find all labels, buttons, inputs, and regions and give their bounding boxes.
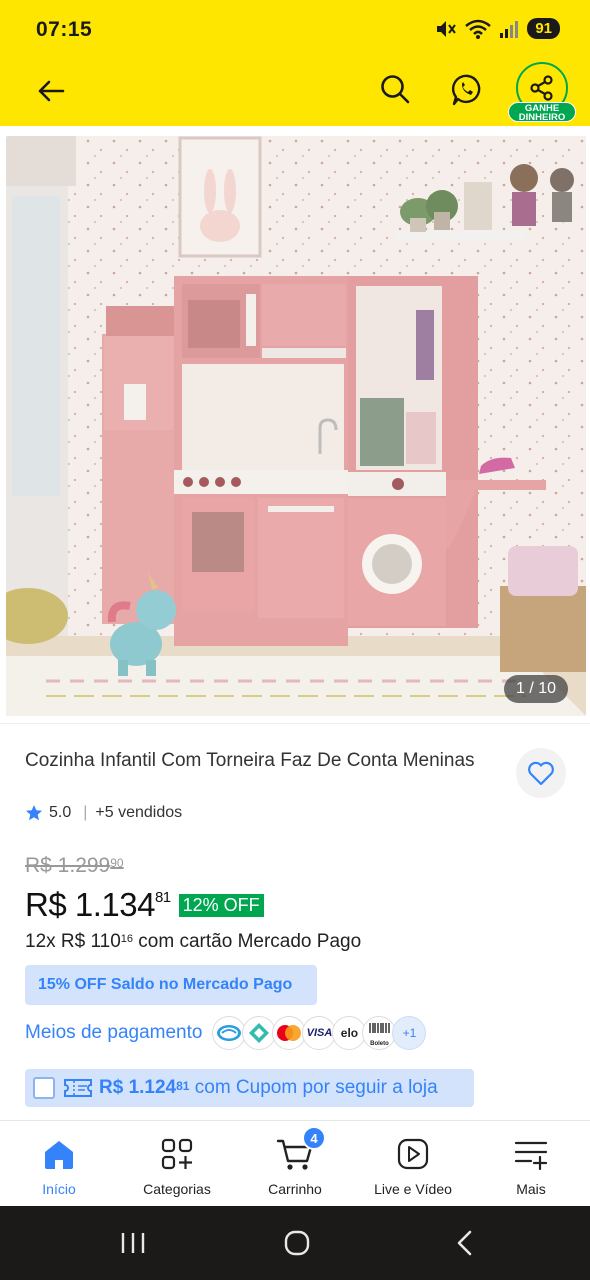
earn-money-badge[interactable]: GANHE DINHEIRO (508, 102, 576, 122)
payment-methods-row[interactable]: Meios de pagamento VISA elo Boleto +1 (25, 1016, 427, 1050)
coupon-checkbox[interactable] (33, 1077, 55, 1099)
home-circle-icon (284, 1230, 310, 1256)
pix-icon (242, 1016, 277, 1050)
coupon-suffix: com Cupom por seguir a loja (189, 1077, 438, 1098)
installment-suffix: com cartão Mercado Pago (133, 931, 362, 952)
payment-methods-link[interactable]: Meios de pagamento (25, 1022, 202, 1044)
visa-label: VISA (306, 1027, 333, 1039)
image-counter: 1 / 10 (503, 675, 568, 703)
back-system-button[interactable] (448, 1228, 482, 1258)
nav-label-home: Início (42, 1181, 76, 1197)
coupon-cents: 81 (176, 1079, 190, 1093)
play-icon (397, 1138, 429, 1170)
nav-label-cart: Carrinho (268, 1181, 322, 1197)
rating-row[interactable]: 5.0 | +5 vendidos (25, 804, 182, 822)
product-title: Cozinha Infantil Com Torneira Faz De Con… (25, 750, 475, 771)
home-system-button[interactable] (280, 1228, 314, 1258)
installment-cents: 16 (120, 933, 134, 945)
kids-kitchen-photo (6, 136, 586, 716)
nav-label-categories: Categorias (143, 1181, 211, 1197)
nav-item-more[interactable]: Mais (472, 1121, 590, 1207)
recent-apps-button[interactable] (116, 1228, 150, 1258)
original-price-cents: 90 (110, 856, 124, 870)
menu-plus-icon (514, 1141, 548, 1170)
home-icon (45, 1141, 73, 1169)
status-time: 07:15 (36, 18, 93, 41)
current-price: R$ 1.13481 (25, 886, 171, 924)
grid-plus-icon (161, 1138, 193, 1170)
rating-score: 5.0 (49, 804, 72, 821)
bottom-navigation: Início Categorias 4 Carrinho Live e Víde… (0, 1120, 590, 1206)
mercado-pago-icon (212, 1016, 247, 1050)
coupon-price: R$ 1.124 (99, 1077, 177, 1098)
cart-count-badge: 4 (302, 1126, 326, 1150)
original-price: R$ 1.29990 (25, 854, 124, 878)
whatsapp-icon (451, 74, 481, 106)
more-payment-methods[interactable]: +1 (392, 1016, 427, 1050)
sold-count: +5 vendidos (95, 804, 183, 821)
recent-apps-icon (121, 1233, 145, 1253)
nav-item-categories[interactable]: Categorias (118, 1121, 236, 1207)
ticket-icon (64, 1079, 92, 1097)
elo-icon: elo (332, 1016, 367, 1050)
discount-badge: 12% OFF (178, 894, 264, 917)
payment-icons[interactable]: VISA elo Boleto +1 (212, 1016, 427, 1050)
earn-badge-line2: DINHEIRO (518, 112, 566, 123)
nav-label-live-video: Live e Vídeo (374, 1181, 452, 1197)
coupon-text: R$ 1.12481 com Cupom por seguir a loja (99, 1077, 438, 1099)
nav-item-cart[interactable]: 4 Carrinho (236, 1121, 354, 1207)
product-gallery[interactable]: 1 / 10 (0, 126, 590, 724)
nav-item-home[interactable]: Início (0, 1121, 118, 1207)
search-button[interactable] (372, 66, 418, 112)
mastercard-icon (272, 1016, 307, 1050)
coupon-offer[interactable]: R$ 1.12481 com Cupom por seguir a loja (25, 1069, 474, 1107)
app-header: GANHE DINHEIRO (0, 62, 590, 126)
nav-item-live-video[interactable]: Live e Vídeo (354, 1121, 472, 1207)
back-button[interactable] (28, 68, 74, 114)
status-icons: 91 (435, 18, 560, 39)
current-price-main: R$ 1.134 (25, 886, 155, 923)
favorite-button[interactable] (516, 748, 566, 798)
star-icon (26, 805, 42, 821)
share-icon (530, 75, 553, 101)
chevron-left-icon (457, 1230, 472, 1256)
heart-icon (528, 761, 554, 786)
installment-info: 12x R$ 11016 com cartão Mercado Pago (25, 931, 361, 953)
arrow-left-icon (38, 80, 65, 102)
product-image[interactable] (6, 136, 586, 716)
boleto-icon: Boleto (362, 1016, 397, 1050)
search-icon (381, 75, 410, 104)
top-bar: 07:15 91 GANHE DINHEIRO (0, 0, 590, 126)
mute-icon (437, 20, 457, 37)
whatsapp-share-button[interactable] (444, 66, 492, 114)
mercado-pago-promo[interactable]: 15% OFF Saldo no Mercado Pago (25, 965, 317, 1005)
installment-amount: 12x R$ 110 (25, 931, 121, 952)
wifi-icon (465, 19, 492, 39)
visa-icon: VISA (302, 1016, 337, 1050)
rating-separator: | (83, 804, 88, 821)
price-row: R$ 1.13481 12% OFF (25, 886, 264, 924)
current-price-cents: 81 (154, 889, 171, 906)
nav-label-more: Mais (516, 1181, 546, 1197)
system-navigation-bar (0, 1206, 590, 1280)
elo-label: elo (340, 1026, 359, 1040)
status-bar: 07:15 91 (0, 0, 590, 62)
boleto-label: Boleto (370, 1041, 389, 1047)
signal-icon (500, 20, 519, 38)
battery-indicator: 91 (527, 18, 560, 39)
original-price-main: R$ 1.299 (25, 854, 111, 877)
